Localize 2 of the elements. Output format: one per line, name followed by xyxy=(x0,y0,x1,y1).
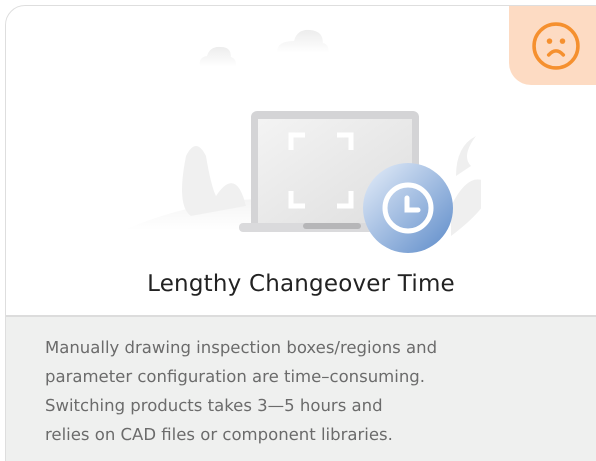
card-description: Manually drawing inspection boxes/regions and parameter configuration are time–consuming. Switching products takes 3—5 hours and relies on CAD files or component libraries. xyxy=(6,317,596,461)
card-title: Lengthy Changeover Time xyxy=(146,271,456,297)
